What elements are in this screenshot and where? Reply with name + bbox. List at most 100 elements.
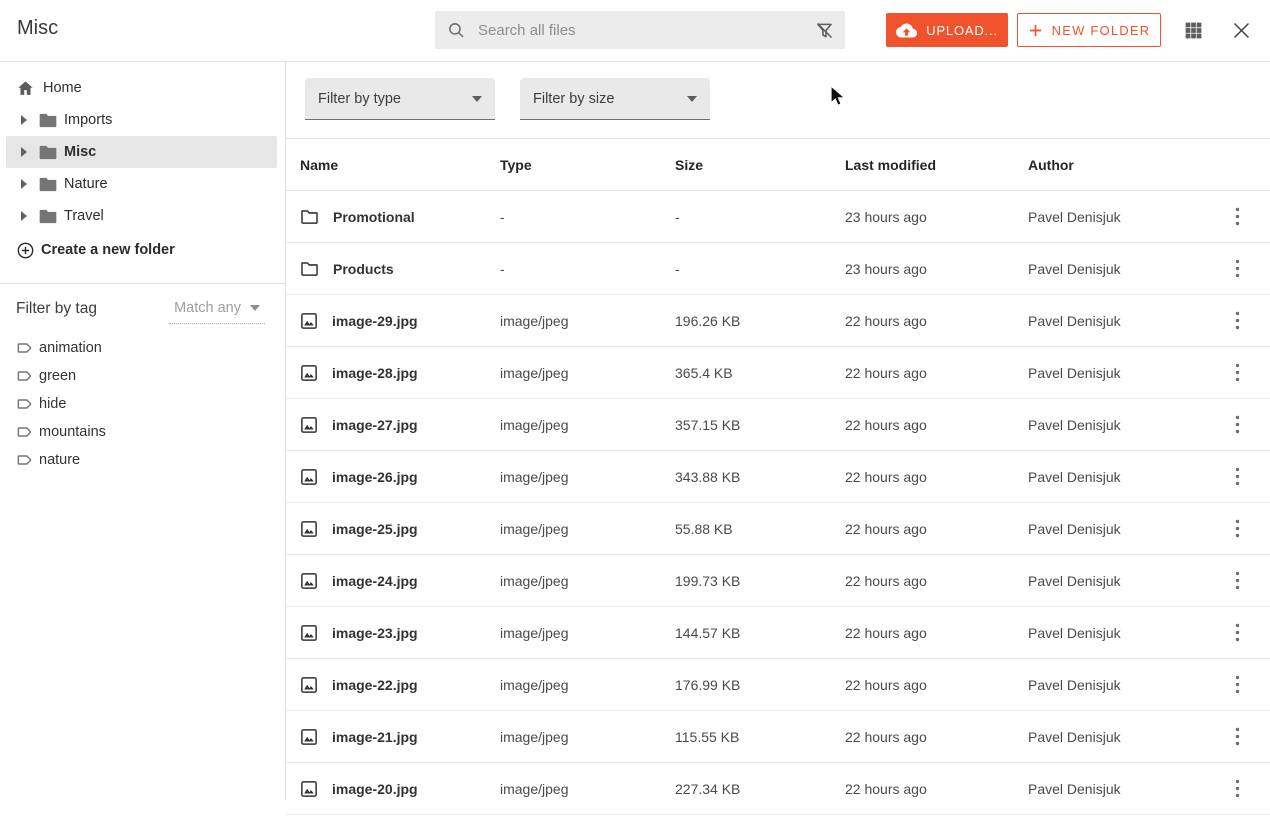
sidebar-folder-item[interactable]: Nature (6, 168, 277, 200)
image-file-icon (300, 676, 318, 694)
row-menu-kebab-icon[interactable] (1231, 203, 1244, 230)
row-menu-kebab-icon[interactable] (1231, 567, 1244, 594)
filter-by-type-label: Filter by type (318, 91, 401, 107)
file-size: 196.26 KB (675, 313, 845, 329)
folder-outline-icon (300, 208, 319, 225)
file-type: image/jpeg (500, 729, 675, 745)
chevron-right-icon[interactable] (20, 179, 30, 189)
image-file-icon (300, 364, 318, 382)
table-header-row: Name Type Size Last modified Author (286, 138, 1270, 191)
image-file-icon (300, 780, 318, 798)
image-file-icon (300, 520, 318, 538)
row-menu-kebab-icon[interactable] (1231, 515, 1244, 542)
search-input[interactable] (476, 21, 814, 40)
file-author: Pavel Denisjuk (1028, 209, 1204, 225)
sidebar-folder-item[interactable]: Misc (6, 136, 277, 168)
table-row[interactable]: image-27.jpg image/jpeg 357.15 KB 22 hou… (286, 399, 1270, 451)
filter-bar: Filter by type Filter by size (305, 78, 710, 120)
tag-filter-item[interactable]: mountains (0, 418, 285, 446)
file-type: image/jpeg (500, 677, 675, 693)
filter-by-size-label: Filter by size (533, 91, 614, 107)
file-name: Promotional (333, 209, 415, 225)
file-modified: 22 hours ago (845, 469, 1028, 485)
file-modified: 22 hours ago (845, 521, 1028, 537)
tag-filter-item[interactable]: hide (0, 390, 285, 418)
folder-tree: Imports Misc Nature (0, 104, 285, 232)
row-menu-kebab-icon[interactable] (1231, 307, 1244, 334)
new-folder-button[interactable]: NEW FOLDER (1017, 13, 1161, 47)
filter-by-type-select[interactable]: Filter by type (305, 78, 495, 120)
tag-match-select[interactable]: Match any (169, 296, 265, 324)
new-folder-button-label: NEW FOLDER (1052, 23, 1151, 38)
table-row[interactable]: image-22.jpg image/jpeg 176.99 KB 22 hou… (286, 659, 1270, 711)
sidebar-item-home[interactable]: Home (0, 75, 285, 101)
file-modified: 23 hours ago (845, 261, 1028, 277)
create-new-folder-button[interactable]: Create a new folder (0, 237, 285, 263)
row-menu-kebab-icon[interactable] (1231, 775, 1244, 802)
file-author: Pavel Denisjuk (1028, 469, 1204, 485)
table-row[interactable]: image-23.jpg image/jpeg 144.57 KB 22 hou… (286, 607, 1270, 659)
tag-filter-item[interactable]: green (0, 362, 285, 390)
tag-label: nature (39, 452, 80, 468)
table-row[interactable]: image-26.jpg image/jpeg 343.88 KB 22 hou… (286, 451, 1270, 503)
tag-label: green (39, 368, 76, 384)
table-row[interactable]: Products - - 23 hours ago Pavel Denisjuk (286, 243, 1270, 295)
row-menu-kebab-icon[interactable] (1231, 619, 1244, 646)
file-size: 343.88 KB (675, 469, 845, 485)
row-menu-kebab-icon[interactable] (1231, 411, 1244, 438)
tag-filter-header: Filter by tag Match any (16, 296, 265, 324)
image-file-icon (300, 624, 318, 642)
search-icon (447, 21, 466, 40)
column-header-size: Size (675, 157, 845, 173)
chevron-right-icon[interactable] (20, 147, 30, 157)
close-icon[interactable] (1231, 20, 1252, 41)
tag-icon (16, 340, 34, 356)
home-icon (16, 79, 35, 98)
file-author: Pavel Denisjuk (1028, 729, 1204, 745)
tag-icon (16, 424, 34, 440)
table-row[interactable]: image-28.jpg image/jpeg 365.4 KB 22 hour… (286, 347, 1270, 399)
sidebar-folder-item[interactable]: Imports (6, 104, 277, 136)
upload-button[interactable]: UPLOAD... (886, 13, 1008, 47)
file-modified: 22 hours ago (845, 573, 1028, 589)
tag-filter-title: Filter by tag (16, 296, 97, 318)
table-row[interactable]: image-20.jpg image/jpeg 227.34 KB 22 hou… (286, 763, 1270, 815)
sidebar-folder-label: Travel (64, 208, 104, 224)
table-row[interactable]: image-24.jpg image/jpeg 199.73 KB 22 hou… (286, 555, 1270, 607)
filter-by-size-select[interactable]: Filter by size (520, 78, 710, 120)
table-row[interactable]: image-25.jpg image/jpeg 55.88 KB 22 hour… (286, 503, 1270, 555)
column-header-type: Type (500, 157, 675, 173)
image-file-icon (300, 468, 318, 486)
row-menu-kebab-icon[interactable] (1231, 671, 1244, 698)
sidebar-folder-label: Nature (64, 176, 108, 192)
sidebar-divider (0, 283, 285, 284)
clear-filter-icon[interactable] (814, 20, 835, 41)
table-row[interactable]: image-29.jpg image/jpeg 196.26 KB 22 hou… (286, 295, 1270, 347)
tag-filter-item[interactable]: nature (0, 446, 285, 474)
table-row[interactable]: image-21.jpg image/jpeg 115.55 KB 22 hou… (286, 711, 1270, 763)
file-name: image-24.jpg (332, 573, 418, 589)
file-modified: 22 hours ago (845, 313, 1028, 329)
file-size: 144.57 KB (675, 625, 845, 641)
row-menu-kebab-icon[interactable] (1231, 463, 1244, 490)
folder-icon (38, 176, 58, 193)
tag-label: animation (39, 340, 102, 356)
file-modified: 22 hours ago (845, 677, 1028, 693)
tag-filter-item[interactable]: animation (0, 334, 285, 362)
row-menu-kebab-icon[interactable] (1231, 359, 1244, 386)
table-row[interactable]: Promotional - - 23 hours ago Pavel Denis… (286, 191, 1270, 243)
grid-view-icon[interactable] (1183, 20, 1204, 41)
file-author: Pavel Denisjuk (1028, 261, 1204, 277)
file-name: Products (333, 261, 394, 277)
row-menu-kebab-icon[interactable] (1231, 255, 1244, 282)
row-menu-kebab-icon[interactable] (1231, 723, 1244, 750)
file-author: Pavel Denisjuk (1028, 573, 1204, 589)
sidebar-folder-item[interactable]: Travel (6, 200, 277, 232)
tag-list: animation green hide mountains (0, 334, 285, 474)
table-body: Promotional - - 23 hours ago Pavel Denis… (286, 191, 1270, 815)
chevron-right-icon[interactable] (20, 211, 30, 221)
tag-label: hide (39, 396, 66, 412)
chevron-right-icon[interactable] (20, 115, 30, 125)
file-name: image-26.jpg (332, 469, 418, 485)
sidebar-folder-label: Imports (64, 112, 112, 128)
